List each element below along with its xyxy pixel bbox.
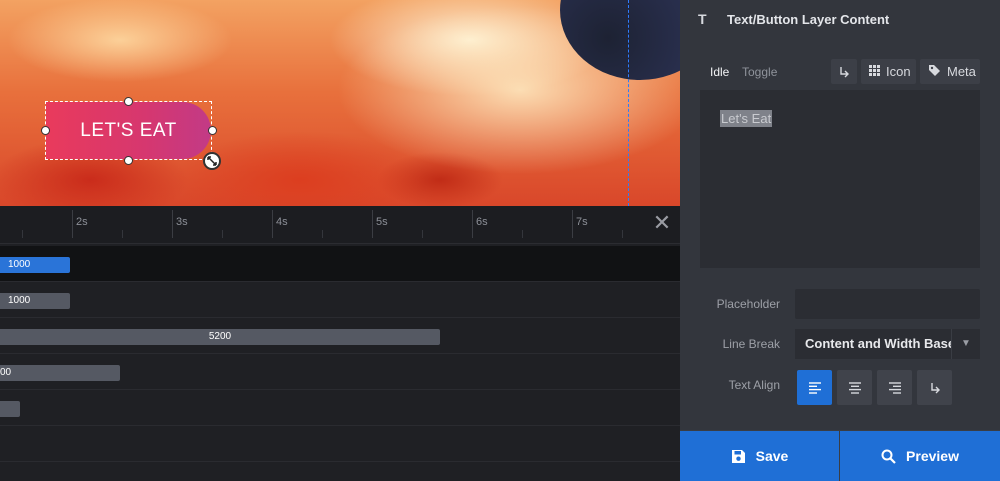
canvas-guide-line [628, 0, 629, 206]
align-left-icon [808, 381, 821, 394]
placeholder-input[interactable] [795, 289, 980, 319]
line-break-label: Line Break [722, 337, 780, 351]
background-pizza-crust [560, 0, 680, 80]
timeline-rows: 1000 1000 5200 00 [0, 245, 680, 481]
bar-duration: 00 [0, 367, 12, 378]
tab-idle[interactable]: Idle [710, 65, 729, 79]
return-arrow-icon [930, 382, 940, 393]
insert-meta-button[interactable]: Meta [920, 59, 980, 84]
align-left-button[interactable] [797, 370, 832, 405]
tick-label: 2s [76, 216, 88, 228]
tick-label: 7s [576, 216, 588, 228]
preview-button[interactable]: Preview [840, 431, 1000, 481]
align-right-icon [888, 381, 901, 394]
text-align-label: Text Align [728, 378, 780, 392]
panel-title: Text/Button Layer Content [727, 11, 890, 27]
placeholder-label: Placeholder [716, 297, 780, 311]
save-label: Save [755, 448, 789, 464]
editor-root: LET'S EAT 2s 3s 4s 5s 6s 7s ✕ 1000 1000 … [0, 0, 1000, 481]
timeline-bar[interactable] [0, 401, 20, 417]
tab-toggle[interactable]: Toggle [742, 65, 777, 79]
insert-linebreak-button[interactable] [831, 59, 857, 84]
panel-header: T Text/Button Layer Content [680, 0, 1000, 38]
search-icon [881, 449, 896, 464]
align-right-button[interactable] [877, 370, 912, 405]
timeline-bar[interactable]: 1000 [0, 257, 70, 273]
return-arrow-icon [840, 66, 849, 77]
tick-label: 6s [476, 216, 488, 228]
align-linebreak-button[interactable] [917, 370, 952, 405]
timeline-row[interactable]: 1000 [0, 246, 680, 282]
align-center-icon [848, 381, 861, 394]
bar-duration: 5200 [208, 331, 232, 342]
timeline-bar[interactable]: 5200 [0, 329, 440, 345]
tick-label: 3s [176, 216, 188, 228]
meta-button-label: Meta [947, 64, 976, 79]
resize-handle-left[interactable] [41, 126, 50, 135]
layer-content-text[interactable]: Let's Eat [720, 110, 773, 127]
align-center-button[interactable] [837, 370, 872, 405]
layer-selection-box [45, 101, 212, 160]
timeline-row[interactable]: 5200 [0, 318, 680, 354]
timeline-bar[interactable]: 00 [0, 365, 120, 381]
floppy-disk-icon [731, 449, 746, 464]
timeline-row[interactable]: 00 [0, 354, 680, 390]
tick-label: 4s [276, 216, 288, 228]
resize-corner-icon[interactable] [203, 152, 221, 170]
preview-label: Preview [906, 448, 959, 464]
tag-icon [928, 64, 941, 80]
timeline-row[interactable] [0, 426, 680, 462]
resize-handle-right[interactable] [208, 126, 217, 135]
save-button[interactable]: Save [680, 431, 839, 481]
bar-duration: 1000 [8, 295, 31, 306]
resize-handle-bottom[interactable] [124, 156, 133, 165]
insert-icon-button[interactable]: Icon [861, 59, 916, 84]
close-icon[interactable]: ✕ [652, 212, 672, 234]
resize-handle-top[interactable] [124, 97, 133, 106]
tick-label: 5s [376, 216, 388, 228]
text-icon: T [698, 11, 707, 27]
timeline-row[interactable] [0, 390, 680, 426]
chevron-down-icon[interactable]: ▼ [951, 329, 980, 359]
grid-icon [869, 64, 880, 79]
icon-button-label: Icon [886, 64, 911, 79]
bar-duration: 1000 [8, 259, 31, 270]
timeline-row[interactable]: 1000 [0, 282, 680, 318]
timeline-bar[interactable]: 1000 [0, 293, 70, 309]
